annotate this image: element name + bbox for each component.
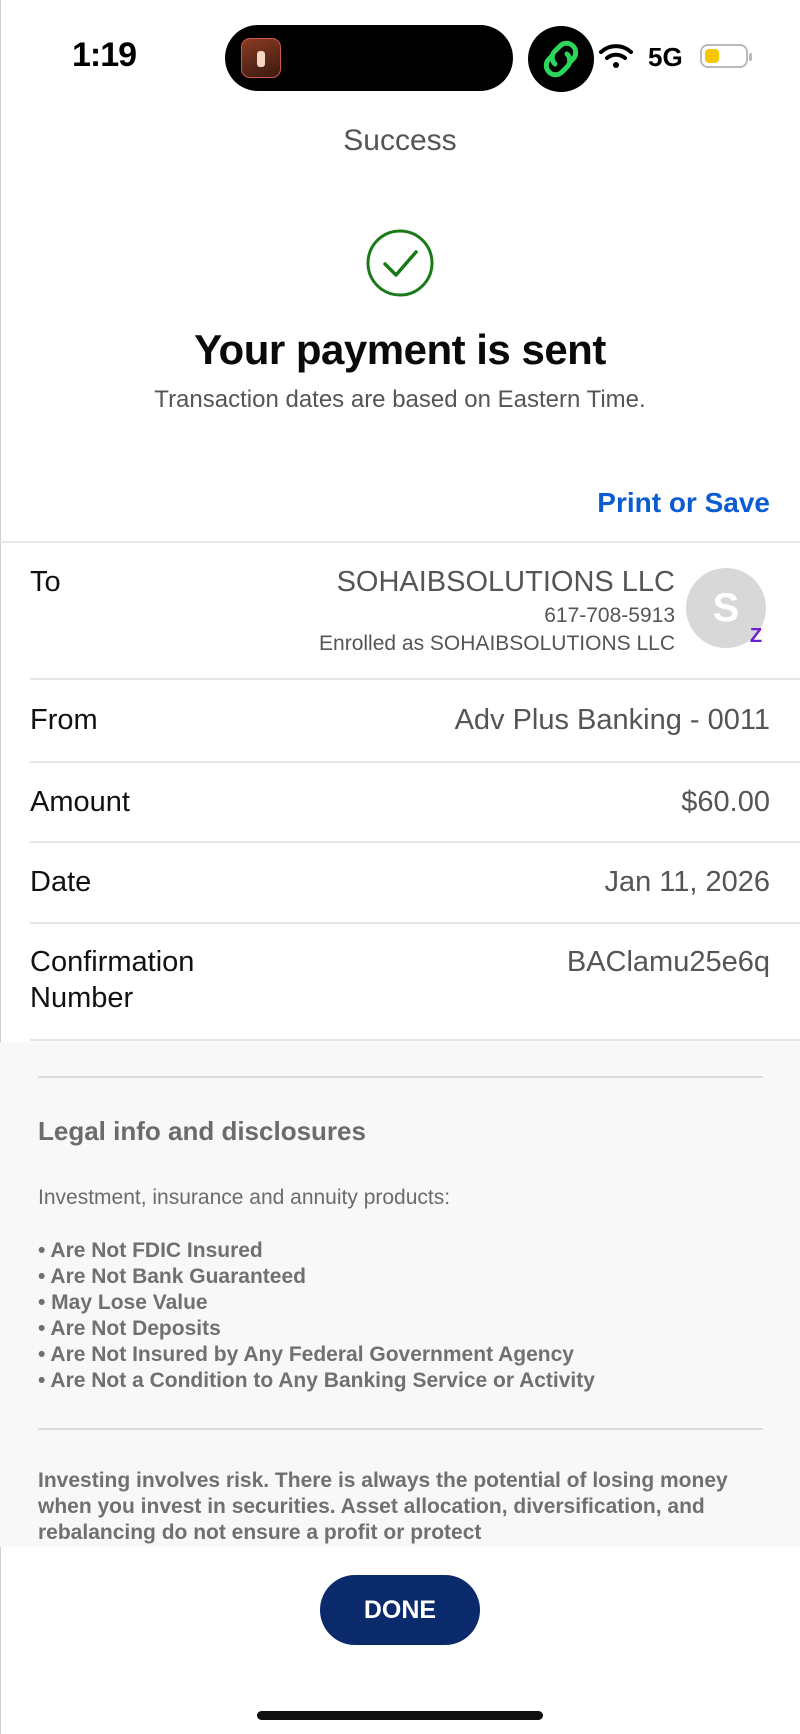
legal-divider [38, 1076, 763, 1078]
amount-label: Amount [30, 786, 130, 818]
divider [0, 541, 800, 543]
confirmation-label-line2: Number [30, 982, 134, 1014]
list-item: • Are Not Bank Guaranteed [38, 1265, 306, 1288]
live-activity-app-icon [241, 38, 281, 78]
legal-title: Legal info and disclosures [38, 1116, 366, 1146]
risk-disclosure-text: Investing involves risk. There is always… [38, 1469, 728, 1544]
success-check-icon [365, 228, 435, 298]
confirmation-number: BAClamu25e6q [566, 946, 770, 978]
row-divider [30, 1039, 800, 1041]
amount-value: $60.00 [681, 786, 770, 818]
list-item: • Are Not Insured by Any Federal Governm… [38, 1343, 574, 1366]
timezone-note: Transaction dates are based on Eastern T… [154, 386, 646, 413]
list-item: • Are Not a Condition to Any Banking Ser… [38, 1369, 595, 1392]
status-time: 1:19 [72, 36, 137, 74]
row-divider [30, 922, 800, 924]
recipient-enrolled-as: Enrolled as SOHAIBSOLUTIONS LLC [319, 632, 675, 655]
battery-icon [700, 44, 752, 68]
link-icon [528, 26, 594, 92]
recipient-phone: 617-708-5913 [544, 604, 675, 627]
legal-divider [38, 1428, 763, 1430]
to-label: To [30, 566, 61, 598]
dynamic-island [225, 25, 513, 91]
date-value: Jan 11, 2026 [604, 866, 770, 898]
from-label: From [30, 704, 98, 736]
done-button[interactable]: DONE [320, 1575, 480, 1645]
legal-intro: Investment, insurance and annuity produc… [38, 1186, 451, 1209]
list-item: • May Lose Value [38, 1291, 208, 1314]
print-or-save-link[interactable]: Print or Save [597, 487, 770, 519]
row-divider [30, 761, 800, 763]
recipient-name: SOHAIBSOLUTIONS LLC [336, 566, 675, 598]
date-label: Date [30, 866, 92, 898]
zelle-icon: Z [749, 625, 763, 647]
list-item: • Are Not FDIC Insured [38, 1239, 263, 1262]
list-item: • Are Not Deposits [38, 1317, 221, 1340]
row-divider [30, 678, 800, 680]
network-type: 5G [648, 42, 683, 72]
from-account: Adv Plus Banking - 0011 [454, 704, 770, 736]
confirmation-label-line1: Confirmation [30, 946, 195, 978]
wifi-icon [597, 40, 637, 70]
page-title: Success [343, 124, 457, 157]
home-indicator[interactable] [257, 1711, 543, 1720]
legal-disclosure-list: • Are Not FDIC Insured • Are Not Bank Gu… [38, 1238, 595, 1394]
confirmation-headline: Your payment is sent [194, 326, 606, 373]
row-divider [30, 841, 800, 843]
